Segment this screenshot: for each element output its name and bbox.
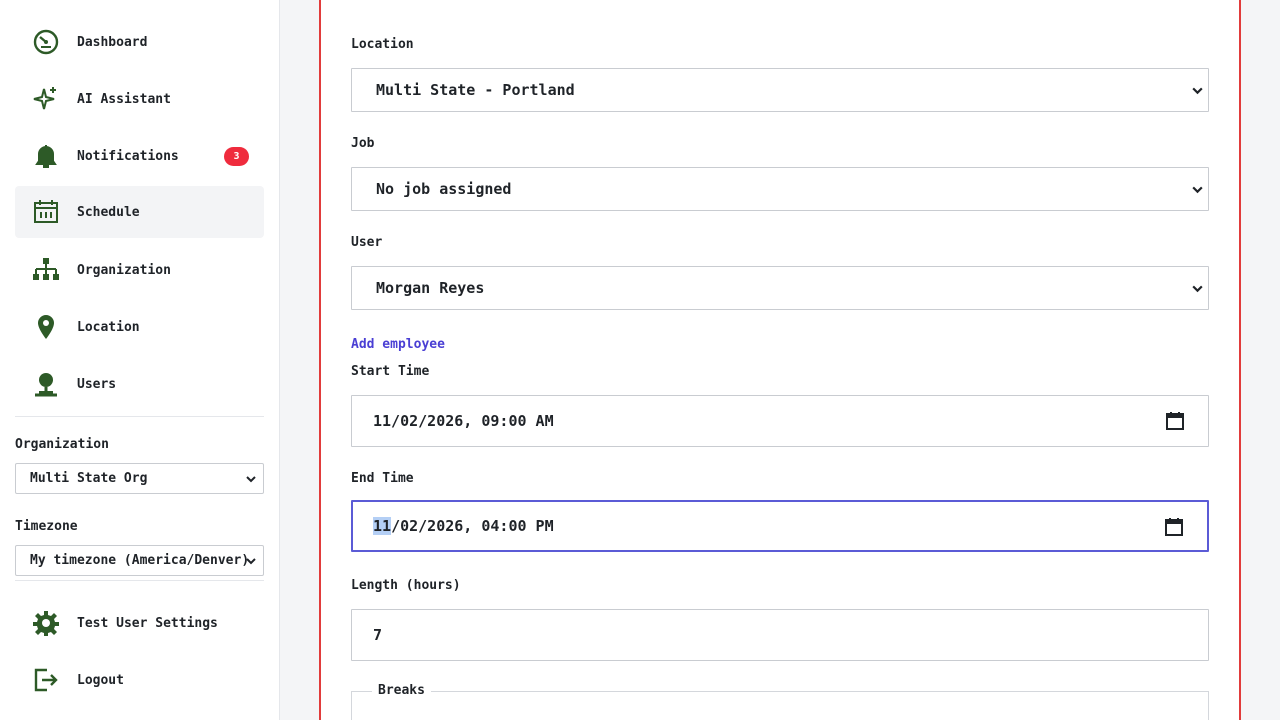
breaks-legend: Breaks: [372, 683, 431, 698]
chevron-down-icon: [246, 558, 256, 565]
start-time-value: 11/02/2026, 09:00 AM: [373, 412, 554, 430]
user-icon: [31, 369, 61, 399]
nav-label: Schedule: [77, 204, 140, 220]
end-time-value-rest: /02/2026, 04:00 PM: [391, 517, 554, 535]
user-select-value: Morgan Reyes: [376, 279, 485, 297]
location-select[interactable]: Multi State - Portland: [351, 68, 1209, 112]
nav-label: Notifications: [77, 148, 179, 164]
location-field-label: Location: [351, 37, 414, 52]
logout-icon: [31, 665, 61, 695]
calendar-picker-icon[interactable]: [1164, 517, 1184, 537]
gear-icon: [31, 608, 61, 638]
calendar-picker-icon[interactable]: [1165, 411, 1185, 431]
nav-item-schedule[interactable]: Schedule: [15, 186, 264, 238]
user-field-label: User: [351, 235, 383, 250]
organization-select[interactable]: Multi State Org: [15, 463, 264, 494]
calendar-icon: [31, 197, 61, 227]
start-time-label: Start Time: [351, 364, 430, 379]
location-pin-icon: [31, 312, 61, 342]
nav-item-ai-assistant[interactable]: AI Assistant: [15, 73, 264, 125]
nav-item-notifications[interactable]: Notifications 3: [15, 130, 264, 182]
nav-label: Organization: [77, 262, 171, 278]
timezone-select-value: My timezone (America/Denver): [30, 553, 250, 568]
sidebar-divider: [15, 416, 264, 417]
notification-count-badge: 3: [224, 147, 249, 166]
organization-select-value: Multi State Org: [30, 471, 148, 486]
job-select[interactable]: No job assigned: [351, 167, 1209, 211]
timezone-label: Timezone: [15, 519, 78, 534]
user-select[interactable]: Morgan Reyes: [351, 266, 1209, 310]
end-time-label: End Time: [351, 471, 414, 486]
chevron-down-icon: [1192, 87, 1203, 95]
nav-label: Location: [77, 319, 140, 335]
shift-form: Location Multi State - Portland Job No j…: [319, 0, 1241, 720]
breaks-fieldset: Breaks: [351, 683, 1209, 720]
sparkle-icon: [31, 84, 61, 114]
dashboard-icon: [31, 27, 61, 57]
job-select-value: No job assigned: [376, 180, 512, 198]
nav-label: Logout: [77, 672, 124, 688]
end-time-input[interactable]: 11/02/2026, 04:00 PM: [351, 500, 1209, 552]
nav-item-users[interactable]: Users: [15, 358, 264, 410]
job-field-label: Job: [351, 136, 375, 151]
chevron-down-icon: [1192, 186, 1203, 194]
end-time-month-segment[interactable]: 11: [373, 517, 392, 535]
length-label: Length (hours): [351, 578, 461, 593]
length-value: 7: [373, 626, 383, 644]
start-time-input[interactable]: 11/02/2026, 09:00 AM: [351, 395, 1209, 447]
sidebar: Dashboard AI Assistant Notifications 3 S…: [0, 0, 280, 720]
chevron-down-icon: [1192, 285, 1203, 293]
nav-item-test-user-settings[interactable]: Test User Settings: [15, 597, 264, 649]
nav-item-organization[interactable]: Organization: [15, 244, 264, 296]
org-chart-icon: [31, 255, 61, 285]
nav-label: Test User Settings: [77, 615, 218, 631]
nav-item-location[interactable]: Location: [15, 301, 264, 353]
nav-item-dashboard[interactable]: Dashboard: [15, 16, 264, 68]
chevron-down-icon: [246, 476, 256, 483]
nav-label: Dashboard: [77, 34, 148, 50]
length-input[interactable]: 7: [351, 609, 1209, 661]
location-select-value: Multi State - Portland: [376, 81, 575, 99]
bell-icon: [31, 141, 61, 171]
nav-item-logout[interactable]: Logout: [15, 654, 264, 706]
nav-label: AI Assistant: [77, 91, 171, 107]
sidebar-divider: [15, 580, 264, 581]
organization-label: Organization: [15, 437, 109, 452]
add-employee-link[interactable]: Add employee: [351, 337, 445, 352]
nav-label: Users: [77, 376, 117, 392]
timezone-select[interactable]: My timezone (America/Denver): [15, 545, 264, 576]
